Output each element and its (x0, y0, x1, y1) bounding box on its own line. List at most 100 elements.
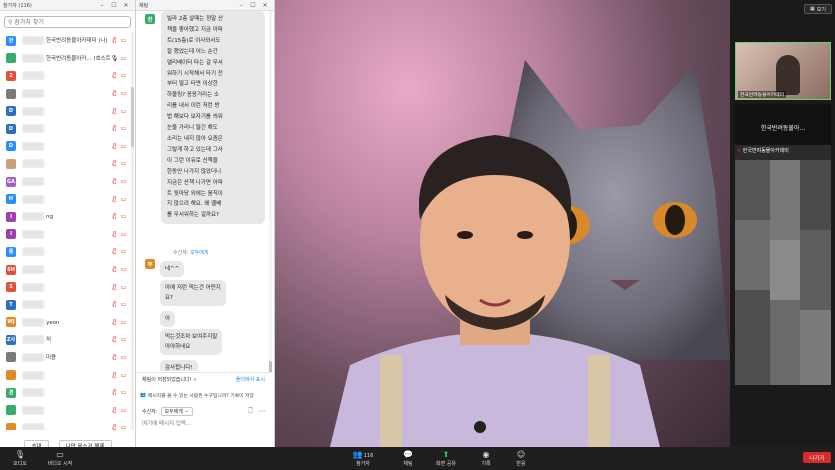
chat-message-input[interactable] (140, 418, 267, 430)
video-off-icon[interactable]: ▭ (119, 125, 128, 132)
participant-scrollbar[interactable] (131, 32, 134, 430)
mic-muted-icon[interactable]: 🎙̸ (110, 284, 119, 291)
participant-row[interactable]: D 🎙̸ ▭ (0, 120, 132, 138)
video-tile[interactable]: 한국반려동물아카데미 (735, 42, 831, 100)
video-off-icon[interactable]: ▭ (119, 178, 128, 185)
mic-muted-icon[interactable]: 🎙̸ (110, 196, 119, 203)
chat-notice[interactable]: 👥 메시지를 볼 수 있는 사람은 누구입니까? 기록이 저장 (136, 388, 271, 402)
participant-row[interactable]: 한국반려동물아카... (호스트) 🎙 ▭ (0, 50, 132, 68)
recipient-select[interactable]: 모두에게 ⌄ (160, 406, 193, 416)
video-tile[interactable]: ✕ 한국반려동물아카데미 (735, 145, 831, 385)
mic-muted-icon[interactable]: 🎙̸ (110, 301, 119, 308)
mic-muted-icon[interactable]: 🎙̸ (110, 213, 119, 220)
participant-row[interactable]: WJ yeon 🎙̸ ▭ (0, 314, 132, 332)
mic-muted-icon[interactable]: 🎙̸ (110, 407, 119, 414)
participant-row[interactable]: I 🎙̸ ▭ (0, 226, 132, 244)
participant-row[interactable]: 종 🎙̸ ▭ (0, 243, 132, 261)
mic-muted-icon[interactable]: 🎙̸ (110, 160, 119, 167)
participant-row[interactable]: D 🎙̸ ▭ (0, 102, 132, 120)
video-off-icon[interactable]: ▭ (119, 301, 128, 308)
video-off-icon[interactable]: ▭ (119, 372, 128, 379)
video-off-icon[interactable]: ▭ (119, 55, 128, 62)
participant-row[interactable]: Ing 🎙̸ ▭ (0, 208, 132, 226)
minimize-icon[interactable]: – (235, 2, 247, 9)
video-off-icon[interactable]: ▭ (119, 354, 128, 361)
participant-row[interactable]: 경 🎙̸ ▭ (0, 384, 132, 402)
participant-row[interactable]: 🎙̸ ▭ (0, 155, 132, 173)
video-off-icon[interactable]: ▭ (119, 213, 128, 220)
video-off-icon[interactable]: ▭ (119, 389, 128, 396)
video-off-icon[interactable]: ▭ (119, 231, 128, 238)
video-off-icon[interactable]: ▭ (119, 407, 128, 414)
participant-row[interactable]: Z사 치 🎙̸ ▭ (0, 331, 132, 349)
participants-button[interactable]: 👥116 참가자 (345, 449, 381, 467)
participant-row[interactable]: 한 한국반려동물아카데미 (나) 🎙̸ ▭ (0, 32, 132, 50)
video-off-icon[interactable]: ▭ (119, 319, 128, 326)
mic-muted-icon[interactable]: 🎙̸ (110, 37, 119, 44)
close-icon[interactable]: ✕ (120, 2, 132, 9)
open-folder-link[interactable]: 폴더에서 표시 (236, 376, 265, 383)
participant-search[interactable]: ⚲ (4, 16, 131, 28)
mic-muted-icon[interactable]: 🎙̸ (110, 424, 119, 430)
participant-row[interactable]: S 🎙̸ ▭ (0, 278, 132, 296)
video-off-icon[interactable]: ▭ (119, 336, 128, 343)
maximize-icon[interactable]: ☐ (108, 2, 120, 9)
mute-button[interactable]: 🎙 오디오 (2, 449, 38, 467)
share-screen-button[interactable]: ⬆ 화면 공유 (428, 449, 464, 467)
video-off-icon[interactable]: ▭ (119, 248, 128, 255)
file-icon[interactable]: 🗋 (248, 406, 253, 416)
start-video-button[interactable]: ▭ 비디오 시작 (42, 449, 78, 467)
close-icon[interactable]: ✕ (259, 2, 271, 9)
participant-row[interactable]: 🎙̸ ▭ (0, 419, 132, 430)
leave-button[interactable]: 나가기 (803, 452, 831, 463)
chat-scrollbar[interactable] (269, 11, 272, 373)
mic-muted-icon[interactable]: 🎙̸ (110, 266, 119, 273)
video-off-icon[interactable]: ▭ (119, 266, 128, 273)
video-off-icon[interactable]: ▭ (119, 284, 128, 291)
participant-row[interactable]: 🎙̸ ▭ (0, 85, 132, 103)
video-tile[interactable]: 한국반려동물아... (735, 104, 831, 150)
participant-row[interactable]: SH 🎙̸ ▭ (0, 261, 132, 279)
video-off-icon[interactable]: ▭ (119, 37, 128, 44)
participant-row[interactable]: 🎙̸ ▭ (0, 366, 132, 384)
participant-row[interactable]: GA 🎙̸ ▭ (0, 173, 132, 191)
minimize-icon[interactable]: – (96, 2, 108, 9)
reactions-button[interactable]: ☺ 반응 (503, 449, 539, 467)
mic-muted-icon[interactable]: 🎙̸ (110, 336, 119, 343)
participant-search-input[interactable] (14, 18, 127, 26)
record-button[interactable]: ◉ 기록 (468, 449, 504, 467)
participant-name-text: ng (46, 214, 53, 221)
participant-row[interactable]: 🎙̸ ▭ (0, 401, 132, 419)
mic-muted-icon[interactable]: 🎙̸ (110, 231, 119, 238)
participant-row[interactable]: T 🎙̸ ▭ (0, 296, 132, 314)
video-off-icon[interactable]: ▭ (119, 160, 128, 167)
video-off-icon[interactable]: ▭ (119, 72, 128, 79)
mic-muted-icon[interactable]: 🎙̸ (110, 319, 119, 326)
mic-muted-icon[interactable]: 🎙̸ (110, 125, 119, 132)
participant-row[interactable]: 미용 🎙̸ ▭ (0, 349, 132, 367)
participant-row[interactable]: H 🎙̸ ▭ (0, 190, 132, 208)
mic-muted-icon[interactable]: 🎙̸ (110, 108, 119, 115)
participant-row[interactable]: 2 🎙̸ ▭ (0, 67, 132, 85)
mic-muted-icon[interactable]: 🎙̸ (110, 178, 119, 185)
video-off-icon[interactable]: ▭ (119, 196, 128, 203)
video-off-icon[interactable]: ▭ (119, 424, 128, 430)
mic-muted-icon[interactable]: 🎙̸ (110, 143, 119, 150)
mic-muted-icon[interactable]: 🎙̸ (110, 248, 119, 255)
more-icon[interactable]: ⋯ (259, 408, 265, 415)
scrollbar-thumb[interactable] (131, 87, 134, 147)
maximize-icon[interactable]: ☐ (247, 2, 259, 9)
mic-muted-icon[interactable]: 🎙̸ (110, 354, 119, 361)
video-off-icon[interactable]: ▭ (119, 108, 128, 115)
mic-muted-icon[interactable]: 🎙̸ (110, 90, 119, 97)
video-off-icon[interactable]: ▭ (119, 143, 128, 150)
chat-message: 먹는것조차 보여주지말 아야하네요 (160, 329, 223, 355)
mic-muted-icon[interactable]: 🎙̸ (110, 389, 119, 396)
mic-icon[interactable]: 🎙 (110, 55, 119, 62)
video-off-icon[interactable]: ▭ (119, 90, 128, 97)
mic-muted-icon[interactable]: 🎙̸ (110, 72, 119, 79)
chat-button[interactable]: 💬 채팅 (390, 449, 426, 467)
mic-muted-icon[interactable]: 🎙̸ (110, 372, 119, 379)
participant-row[interactable]: D 🎙̸ ▭ (0, 138, 132, 156)
view-button[interactable]: ▦ 보기 (804, 4, 832, 14)
